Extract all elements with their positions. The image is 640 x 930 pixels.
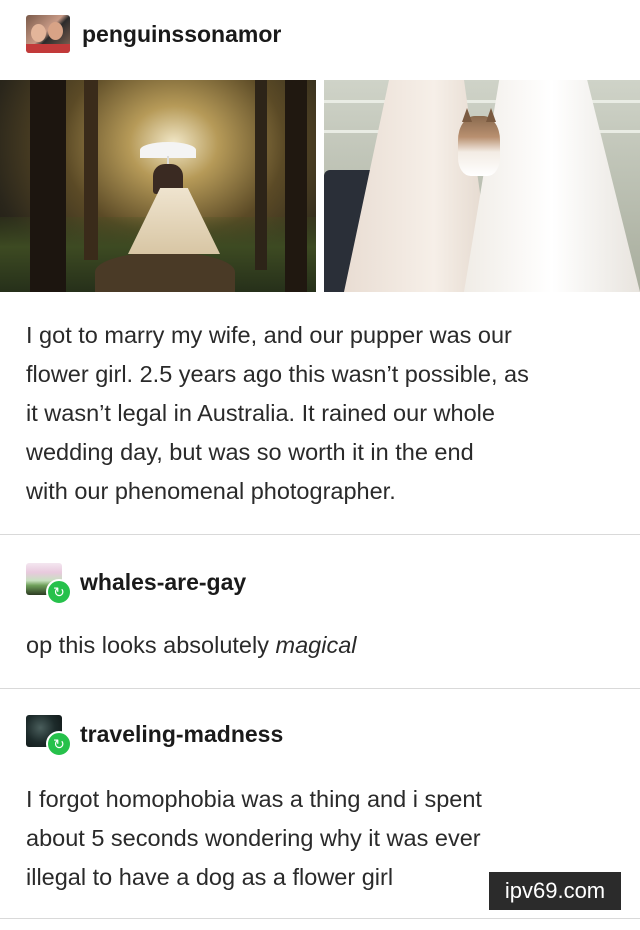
husky-dog bbox=[458, 108, 500, 176]
reply-avatar[interactable]: ↻ bbox=[26, 715, 72, 757]
watermark: ipv69.com bbox=[489, 872, 621, 910]
reblog-icon: ↻ bbox=[46, 579, 72, 605]
reply-header: ↻ traveling-madness bbox=[26, 715, 283, 757]
tree-trunk bbox=[285, 80, 307, 292]
reblog-icon: ↻ bbox=[46, 731, 72, 757]
photo-gap bbox=[316, 80, 324, 292]
reply-username[interactable]: whales-are-gay bbox=[80, 569, 246, 596]
tree-trunk bbox=[30, 80, 66, 292]
reply-avatar[interactable]: ↻ bbox=[26, 563, 72, 605]
post-header: penguinssonamor bbox=[26, 14, 281, 54]
forest-wedding-photo[interactable] bbox=[0, 80, 316, 292]
reply-username[interactable]: traveling-madness bbox=[80, 721, 283, 748]
reply-text: op this looks absolutely bbox=[26, 632, 276, 658]
caption-line: flower girl. 2.5 years ago this wasn’t p… bbox=[26, 361, 529, 387]
reply-line: about 5 seconds wondering why it was eve… bbox=[26, 825, 481, 851]
caption-line: with our phenomenal photographer. bbox=[26, 478, 396, 504]
avatar-face-left bbox=[31, 24, 46, 42]
avatar-shirt bbox=[26, 44, 70, 53]
forest-path bbox=[95, 252, 235, 292]
caption-line: I got to marry my wife, and our pupper w… bbox=[26, 322, 512, 348]
reply-header: ↻ whales-are-gay bbox=[26, 563, 246, 605]
divider bbox=[0, 534, 640, 535]
photo-set bbox=[0, 80, 640, 292]
tree-trunk bbox=[255, 80, 267, 270]
avatar-face-right bbox=[48, 22, 63, 40]
reply-body: op this looks absolutely magical bbox=[26, 626, 626, 665]
op-avatar[interactable] bbox=[26, 15, 70, 53]
tree-trunk bbox=[84, 80, 98, 260]
caption-line: it wasn’t legal in Australia. It rained … bbox=[26, 400, 495, 426]
op-username[interactable]: penguinssonamor bbox=[82, 21, 281, 48]
post-caption: I got to marry my wife, and our pupper w… bbox=[26, 316, 626, 511]
caption-line: wedding day, but was so worth it in the … bbox=[26, 439, 474, 465]
reply-text-emphasis: magical bbox=[275, 632, 357, 658]
divider bbox=[0, 688, 640, 689]
dog-between-dresses-photo[interactable] bbox=[324, 80, 640, 292]
reply-line: I forgot homophobia was a thing and i sp… bbox=[26, 786, 482, 812]
divider bbox=[0, 918, 640, 919]
